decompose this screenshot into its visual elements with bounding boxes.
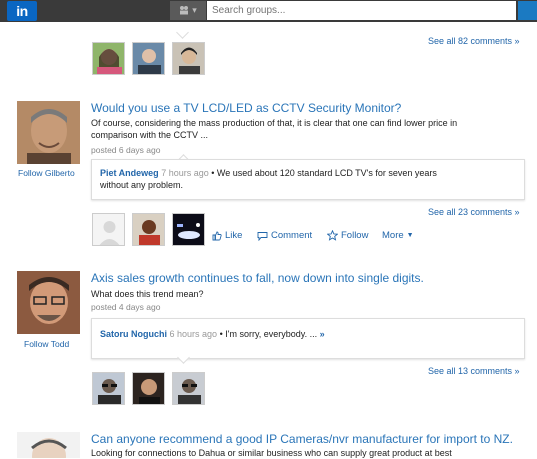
caret-down-icon: ▼	[406, 232, 414, 239]
comment-label: Comment	[271, 230, 313, 241]
follow-discussion-button[interactable]: Follow	[327, 230, 368, 241]
post-snippet-line: Looking for connections to Dahua or simi…	[91, 448, 452, 458]
post-title-link[interactable]: Can anyone recommend a good IP Cameras/n…	[91, 432, 513, 446]
post-snippet: Looking for connections to Dahua or simi…	[91, 447, 452, 459]
commenter-avatar[interactable]	[172, 372, 205, 405]
comment-text-line: • We used about 120 standard LCD TV's fo…	[211, 168, 437, 178]
post-timestamp: posted 6 days ago	[91, 145, 161, 155]
groups-icon	[179, 5, 189, 17]
comment-author-link[interactable]: Piet Andeweg	[100, 168, 159, 178]
comment-timestamp: 6 hours ago	[169, 329, 218, 339]
follow-author-link[interactable]: Follow Gilberto	[18, 168, 75, 178]
post-snippet-line: comparison with the CCTV ...	[91, 130, 209, 140]
linkedin-logo[interactable]: in	[7, 1, 37, 21]
comment-text: Piet Andeweg 7 hours ago • We used about…	[100, 167, 437, 191]
comment-pointer	[176, 26, 189, 39]
more-menu-button[interactable]: More ▼	[382, 230, 414, 241]
commenter-avatar[interactable]	[92, 372, 125, 405]
like-label: Like	[225, 230, 243, 241]
comment-author-link[interactable]: Satoru Noguchi	[100, 329, 167, 339]
commenter-avatar[interactable]	[132, 42, 165, 75]
comment-button[interactable]: Comment	[257, 230, 312, 241]
search-input[interactable]	[207, 1, 516, 20]
author-photo[interactable]	[17, 101, 80, 164]
like-button[interactable]: Like	[212, 230, 242, 241]
see-all-comments-link[interactable]: See all 23 comments »	[428, 207, 520, 217]
commenter-avatar[interactable]	[172, 213, 205, 246]
comment-text-line: without any problem.	[100, 180, 184, 190]
comment-timestamp: 7 hours ago	[161, 168, 209, 178]
author-photo[interactable]	[17, 432, 80, 458]
commenter-avatar[interactable]	[132, 372, 165, 405]
comment-text-line: • I'm sorry, everybody. ...	[219, 329, 318, 339]
post-snippet-line: What does this trend mean?	[91, 289, 204, 299]
more-label: More	[382, 230, 404, 241]
see-all-comments-link[interactable]: See all 13 comments »	[428, 366, 520, 376]
follow-label: Follow	[341, 230, 369, 241]
commenter-avatar[interactable]	[132, 213, 165, 246]
chevron-down-icon: ▾	[192, 5, 197, 15]
commenter-avatar[interactable]	[92, 213, 125, 246]
author-photo[interactable]	[17, 271, 80, 334]
search-button[interactable]	[518, 1, 537, 20]
comment-text: Satoru Noguchi 6 hours ago • I'm sorry, …	[100, 328, 325, 340]
see-all-comments-link[interactable]: See all 82 comments »	[428, 36, 520, 46]
post-timestamp: posted 4 days ago	[91, 302, 161, 312]
post-snippet-line: Of course, considering the mass producti…	[91, 118, 458, 128]
read-more-link[interactable]: »	[320, 329, 325, 339]
post-snippet: Of course, considering the mass producti…	[91, 117, 457, 141]
post-title-link[interactable]: Would you use a TV LCD/LED as CCTV Secur…	[91, 101, 401, 115]
post-title-link[interactable]: Axis sales growth continues to fall, now…	[91, 271, 424, 285]
latest-comment: Satoru Noguchi 6 hours ago • I'm sorry, …	[91, 318, 525, 359]
commenter-avatar[interactable]	[172, 42, 205, 75]
post-snippet: What does this trend mean?	[91, 288, 204, 300]
star-icon	[327, 230, 338, 241]
speech-bubble-icon	[257, 231, 268, 241]
top-navigation-bar: in ▾	[0, 0, 537, 22]
commenter-avatar[interactable]	[92, 42, 125, 75]
follow-author-link[interactable]: Follow Todd	[24, 339, 69, 349]
thumbs-up-icon	[212, 231, 222, 241]
search-scope-dropdown[interactable]: ▾	[170, 1, 206, 20]
latest-comment: Piet Andeweg 7 hours ago • We used about…	[91, 159, 525, 200]
